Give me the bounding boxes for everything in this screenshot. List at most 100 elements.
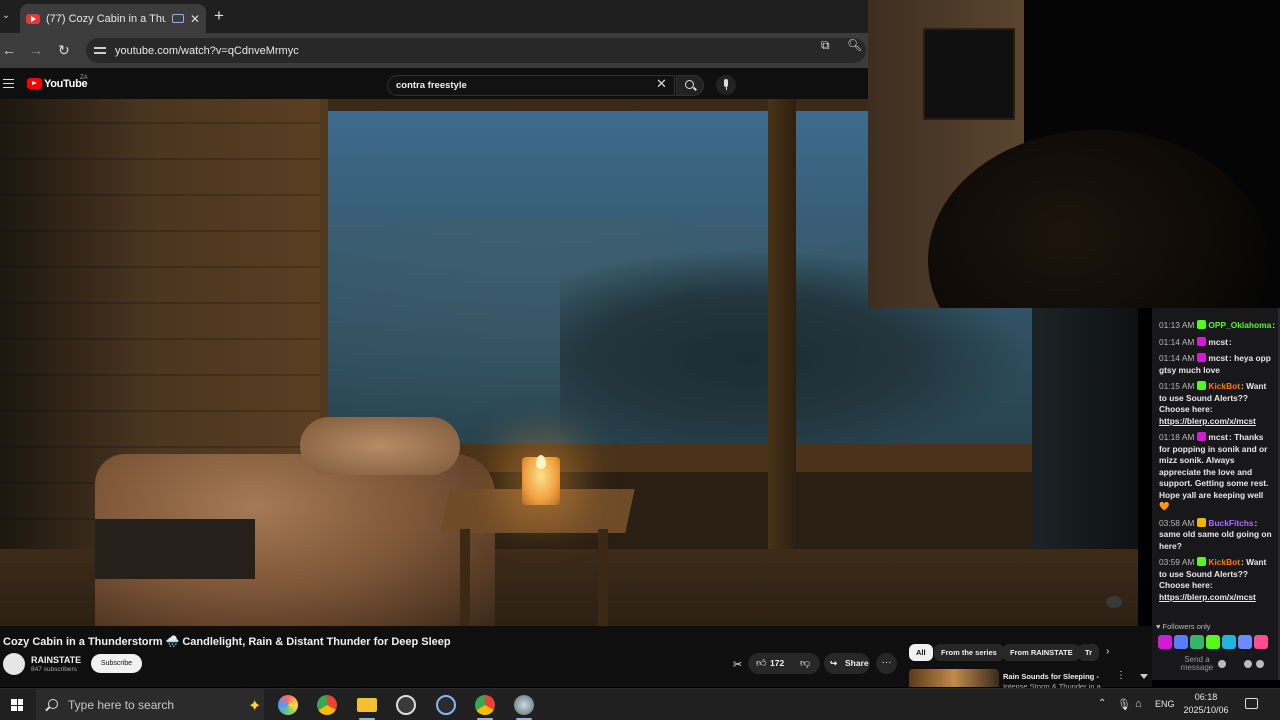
chat-username[interactable]: mcst (1208, 432, 1228, 442)
taskbar-search[interactable]: Type here to search ✦ (36, 689, 264, 720)
chat-message-list[interactable]: 01:13 AM OPP_Oklahoma: 01:14 AM mcst: 01:1… (1152, 320, 1280, 608)
menu-icon[interactable] (3, 79, 14, 88)
search-query[interactable]: contra freestyle (396, 80, 467, 91)
windows-start-icon[interactable] (11, 699, 23, 711)
emote-icon[interactable] (1206, 635, 1220, 649)
search-button[interactable] (676, 75, 704, 96)
chrome-app-icon[interactable] (317, 695, 337, 715)
chat-link[interactable]: https://blerp.com/x/mcst (1159, 592, 1256, 602)
recommendation-chip[interactable]: From the series (934, 644, 1004, 661)
taskbar-search-placeholder[interactable]: Type here to search (68, 698, 174, 712)
tab-media-icon[interactable] (171, 14, 184, 23)
more-actions-button[interactable]: ··· (876, 653, 897, 674)
chrome-profile-app-icon[interactable] (475, 695, 495, 715)
tab-close-icon[interactable]: ✕ (190, 12, 200, 26)
share-button[interactable]: ↪ Share (824, 653, 870, 674)
recommendation-chip[interactable]: From RAINSTATE (1003, 644, 1080, 661)
taskbar-clock[interactable]: 06:18 2025/10/06 (1181, 691, 1231, 717)
like-icon[interactable]: 👍︎ (756, 657, 766, 669)
recommendation-more-icon[interactable]: ⋮ (1116, 670, 1126, 681)
scene-bed-frame (95, 519, 255, 579)
chat-message: 01:13 AM OPP_Oklahoma: (1152, 320, 1280, 332)
video-title: Cozy Cabin in a Thunderstorm 🌧️ Candleli… (3, 636, 451, 648)
emote-icon[interactable] (1158, 635, 1172, 649)
followers-only-label: ♥ Followers only (1156, 622, 1211, 631)
country-code: ZA (80, 75, 88, 81)
chat-username[interactable]: BuckFitchs (1208, 518, 1253, 528)
new-tab-button[interactable]: + (214, 6, 224, 26)
youtube-logo-icon[interactable] (27, 78, 42, 89)
input-language[interactable]: ENG (1155, 699, 1175, 709)
share-label: Share (845, 658, 869, 668)
chat-username[interactable]: mcst (1208, 353, 1228, 363)
chat-timestamp: 03:58 AM (1159, 517, 1195, 528)
chat-placeholder[interactable]: Send a message (1180, 656, 1214, 672)
chips-next-icon[interactable]: › (1106, 646, 1109, 657)
channel-avatar[interactable] (3, 653, 25, 675)
chat-link[interactable]: https://blerp.com/x/mcst (1159, 416, 1256, 426)
emote-icon[interactable] (1254, 635, 1268, 649)
emote-icon[interactable] (1222, 635, 1236, 649)
clip-icon[interactable]: ✂ (733, 658, 742, 671)
clear-search-icon[interactable]: ✕ (656, 76, 667, 92)
chat-badge-icon (1197, 353, 1207, 362)
recommendation-thumbnail[interactable] (909, 669, 999, 687)
chat-colon: : (1254, 517, 1258, 528)
emote-icon[interactable] (1238, 635, 1252, 649)
address-bar[interactable]: youtube.com/watch?v=qCdnveMrmyc (86, 38, 866, 63)
video-details: Cozy Cabin in a Thunderstorm 🌧️ Candleli… (0, 626, 1152, 691)
forward-arrow-icon[interactable]: → (29, 41, 43, 59)
microphone-icon[interactable]: 🎙︎ (1117, 698, 1131, 711)
chat-username[interactable]: KickBot (1208, 557, 1240, 567)
zoom-icon[interactable]: 🔍︎ (847, 38, 862, 52)
youtube-header: YouTube ZA contra freestyle ✕ (0, 68, 868, 100)
cast-icon[interactable]: ⧉ (821, 38, 830, 53)
emote-picker-row (1158, 635, 1268, 649)
copilot-app-icon[interactable] (278, 695, 298, 715)
app-icon[interactable] (514, 695, 534, 715)
chat-text: Thanks for popping in sonik and or mizz … (1159, 432, 1269, 511)
emote-icon[interactable] (1190, 635, 1204, 649)
chat-message: 01:14 AM mcst: heya opp gtsy much love (1152, 353, 1280, 376)
recommendation-chip[interactable]: Tr (1078, 644, 1100, 661)
chat-username[interactable]: OPP_Oklahoma (1208, 320, 1271, 330)
search-input[interactable]: contra freestyle (387, 75, 675, 96)
chat-expand-icon[interactable] (1140, 674, 1148, 679)
search-highlight-icon[interactable]: ✦ (248, 696, 261, 716)
chat-link-icon[interactable] (1256, 660, 1264, 668)
tray-overflow-chevron-icon[interactable]: ⌃ (1098, 698, 1106, 709)
chat-settings-icon[interactable] (1244, 660, 1252, 668)
chat-message: 01:15 AM KickBot: Want to use Sound Alert… (1152, 381, 1280, 427)
chat-username[interactable]: KickBot (1208, 381, 1240, 391)
snipping-tool-icon[interactable] (436, 695, 456, 715)
chat-badge-icon (1197, 381, 1207, 390)
recommendation-title[interactable]: Rain Sounds for Sleeping - (1003, 672, 1099, 681)
chat-badge-icon (1197, 432, 1207, 441)
url-text[interactable]: youtube.com/watch?v=qCdnveMrmyc (115, 45, 299, 57)
reload-icon[interactable]: ↻ (58, 41, 70, 59)
back-arrow-icon[interactable]: ← (2, 41, 16, 59)
tab-search-chevron-icon[interactable]: ⌄ (0, 6, 12, 26)
emoji-icon[interactable] (1218, 660, 1226, 668)
chat-badge-icon (1197, 336, 1207, 346)
search-icon (685, 80, 694, 89)
chat-timestamp: 01:18 AM (1159, 432, 1195, 442)
recommendation-chip[interactable]: All (909, 644, 933, 661)
chat-input[interactable]: Send a message (1160, 654, 1278, 674)
file-explorer-icon[interactable] (357, 698, 377, 712)
channel-name[interactable]: RAINSTATE (31, 655, 81, 665)
chat-timestamp: 01:13 AM (1159, 320, 1195, 330)
dislike-icon[interactable]: 👎︎ (800, 657, 810, 669)
chat-username[interactable]: mcst (1208, 337, 1228, 347)
notification-center-icon[interactable] (1245, 698, 1258, 709)
network-icon[interactable]: ⌂ (1135, 698, 1142, 710)
emote-icon[interactable] (1174, 635, 1188, 649)
subscribe-button[interactable]: Subscribe (91, 654, 142, 673)
webcam-overlay (868, 0, 1280, 308)
browser-tab[interactable]: (77) Cozy Cabin in a Thunde ✕ (20, 4, 206, 33)
webcam-picture-frame (923, 28, 1015, 120)
obs-app-icon[interactable] (396, 695, 416, 715)
voice-search-mic-icon[interactable] (716, 75, 736, 95)
like-count[interactable]: 172 (770, 658, 784, 668)
site-info-icon[interactable] (94, 46, 106, 56)
